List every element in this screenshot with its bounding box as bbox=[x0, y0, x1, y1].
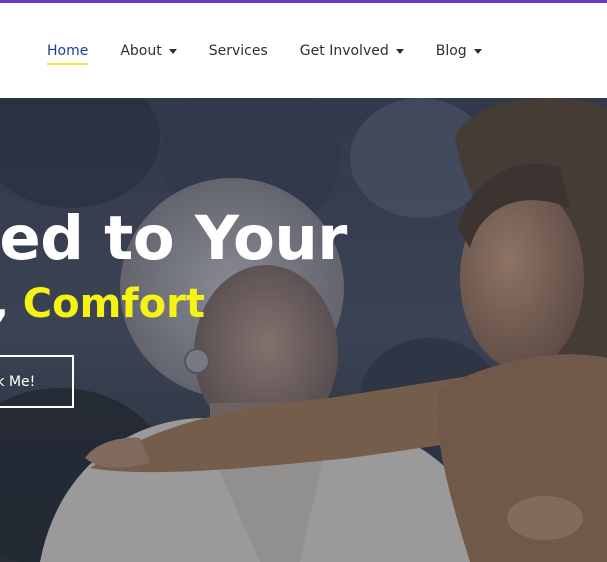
nav-item-label: Blog bbox=[435, 43, 467, 59]
nav-item-label: About bbox=[120, 43, 162, 59]
navbar: Home About Services Get Involved Blog bbox=[0, 3, 607, 98]
nav-item-services[interactable]: Services bbox=[209, 43, 268, 59]
hero-subtitle-highlight: Comfort bbox=[22, 281, 206, 327]
cta-button[interactable]: ck Me! bbox=[0, 355, 74, 408]
main-nav-menu: Home About Services Get Involved Blog bbox=[47, 43, 514, 65]
hero-subtitle: g, Comfort bbox=[0, 278, 205, 330]
hero-background-photo bbox=[0, 98, 607, 562]
nav-item-label: Services bbox=[208, 43, 268, 59]
cta-button-label: ck Me! bbox=[0, 373, 36, 390]
hero-section: ated to Your g, Comfort ck Me! bbox=[0, 98, 607, 562]
hero-title: ated to Your bbox=[0, 203, 347, 274]
caret-down-icon bbox=[473, 49, 482, 54]
nav-item-about[interactable]: About bbox=[120, 43, 177, 59]
nav-item-home[interactable]: Home bbox=[47, 43, 89, 65]
caret-down-icon bbox=[168, 49, 177, 54]
nav-item-label: Get Involved bbox=[299, 43, 389, 59]
nav-item-blog[interactable]: Blog bbox=[436, 43, 482, 59]
caret-down-icon bbox=[395, 49, 404, 54]
hero-subtitle-prefix: g, bbox=[0, 281, 23, 327]
nav-item-label: Home bbox=[47, 43, 89, 59]
nav-item-get-involved[interactable]: Get Involved bbox=[300, 43, 404, 59]
